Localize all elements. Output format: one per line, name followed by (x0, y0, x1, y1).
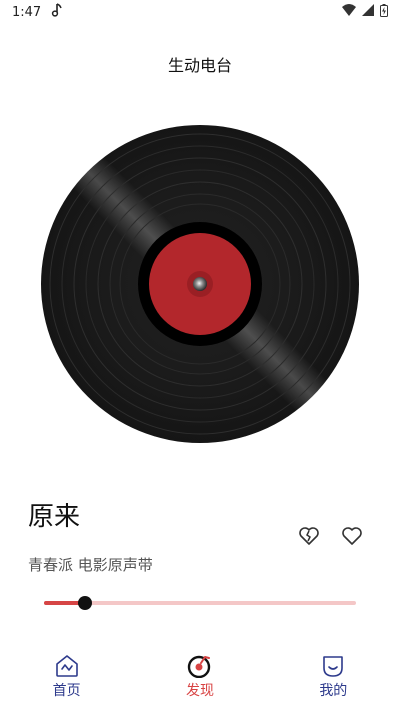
progress-thumb[interactable] (78, 596, 93, 610)
progress-slider[interactable] (44, 596, 356, 610)
heart-icon (342, 527, 362, 545)
status-left: 1:47 (12, 3, 63, 21)
status-right (342, 3, 388, 21)
status-bar: 1:47 (0, 0, 400, 24)
signal-icon (362, 4, 374, 20)
wifi-icon (342, 4, 356, 20)
vinyl-record-graphic (41, 125, 359, 443)
bottom-nav: 首页 发现 我的 (0, 646, 400, 712)
home-icon (55, 655, 78, 677)
nav-discover-label: 发现 (185, 683, 214, 699)
nav-home-label: 首页 (52, 683, 81, 699)
status-time: 1:47 (12, 4, 42, 20)
song-subtitle: 青春派 电影原声带 (28, 556, 153, 574)
broken-heart-icon (299, 527, 319, 545)
nav-mine[interactable]: 我的 (283, 646, 383, 700)
music-disc-icon (187, 655, 211, 678)
battery-icon (380, 3, 388, 21)
vinyl-record (40, 124, 360, 444)
nav-mine-label: 我的 (319, 683, 348, 699)
nav-discover[interactable]: 发现 (150, 646, 250, 700)
dislike-button[interactable] (297, 524, 321, 548)
nav-home[interactable]: 首页 (17, 646, 117, 700)
music-note-icon (51, 3, 63, 21)
like-button[interactable] (340, 524, 364, 548)
song-title: 原来 (28, 502, 81, 532)
profile-icon (323, 656, 344, 677)
page-title: 生动电台 (167, 56, 232, 75)
